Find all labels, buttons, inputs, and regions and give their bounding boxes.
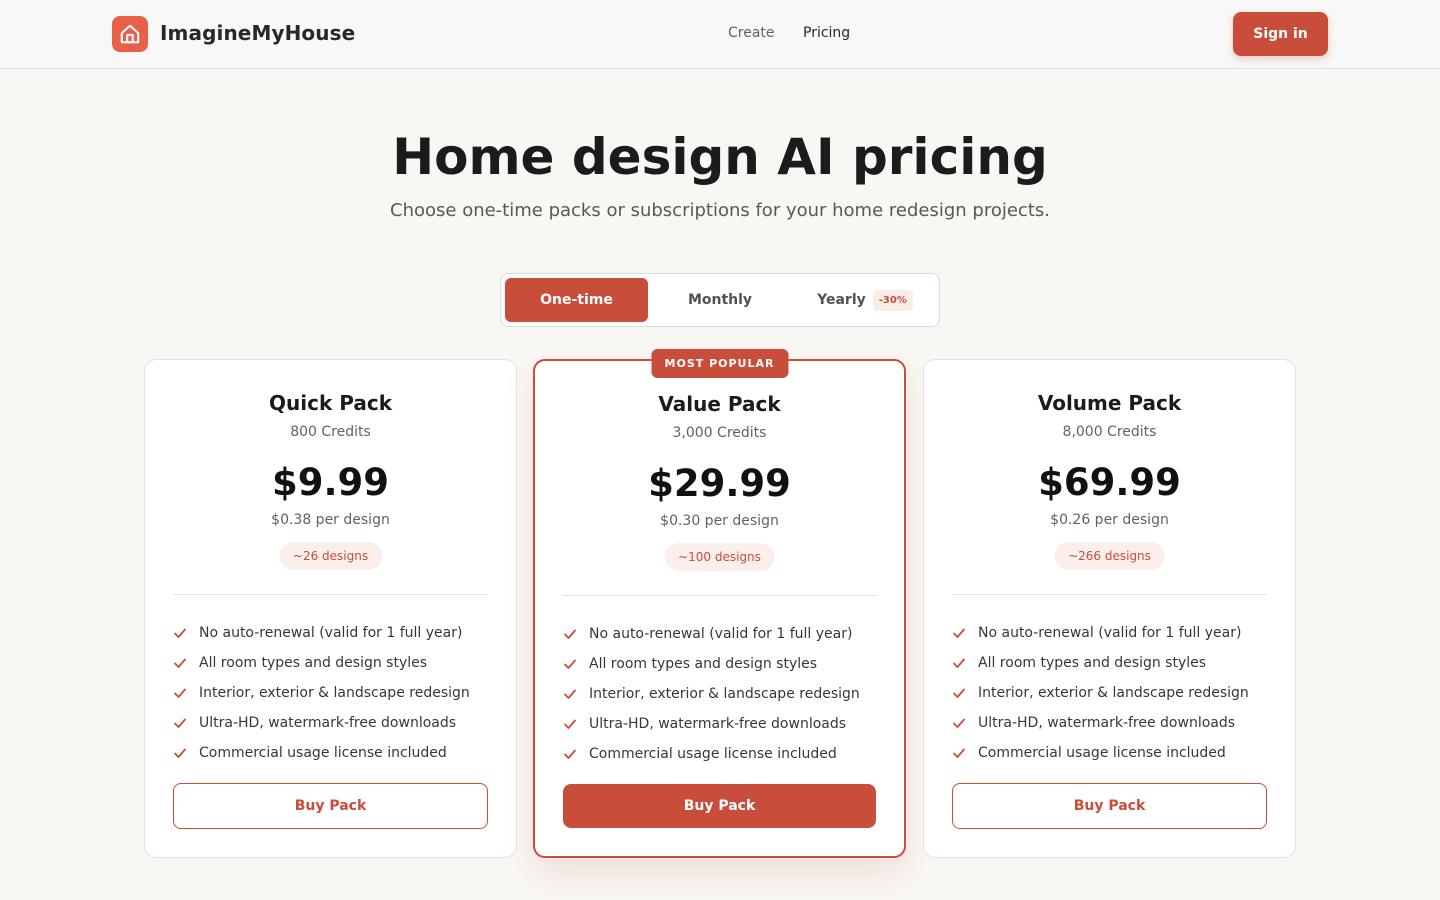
feature-item: Interior, exterior & landscape redesign — [563, 679, 884, 709]
check-icon — [564, 659, 576, 669]
plan-price: $29.99 — [648, 462, 791, 505]
toggle-yearly[interactable]: Yearly -30% — [793, 278, 937, 322]
feature-list: No auto-renewal (valid for 1 full year) … — [563, 619, 884, 769]
nav-link-create[interactable]: Create — [728, 25, 775, 41]
check-icon — [953, 748, 965, 758]
check-icon — [174, 718, 186, 728]
feature-text: Interior, exterior & landscape redesign — [589, 686, 860, 702]
top-nav-bar: ImagineMyHouse Create Pricing Sign in — [0, 0, 1440, 69]
feature-text: Interior, exterior & landscape redesign — [978, 685, 1249, 701]
check-icon — [953, 628, 965, 638]
check-icon — [564, 689, 576, 699]
feature-text: All room types and design styles — [589, 656, 818, 672]
feature-text: No auto-renewal (valid for 1 full year) — [978, 625, 1242, 641]
toggle-one-time[interactable]: One-time — [505, 278, 648, 322]
check-icon — [174, 658, 186, 668]
check-icon — [953, 688, 965, 698]
toggle-yearly-label: Yearly — [817, 292, 866, 308]
plan-designs-badge: ~26 designs — [278, 542, 383, 570]
plan-card-value-pack: MOST POPULAR Value Pack 3,000 Credits $2… — [533, 349, 906, 858]
feature-text: Ultra-HD, watermark-free downloads — [589, 716, 847, 732]
plan-name: Quick Pack — [269, 391, 392, 415]
plan-designs-badge: ~266 designs — [1054, 542, 1165, 570]
feature-list: No auto-renewal (valid for 1 full year) … — [173, 618, 496, 768]
most-popular-badge: MOST POPULAR — [651, 349, 788, 378]
check-icon — [953, 718, 965, 728]
check-icon — [564, 629, 576, 639]
feature-text: Commercial usage license included — [199, 745, 447, 761]
sign-in-button[interactable]: Sign in — [1233, 12, 1328, 56]
feature-item: Interior, exterior & landscape redesign — [952, 678, 1275, 708]
feature-item: All room types and design styles — [952, 648, 1275, 678]
feature-text: Commercial usage license included — [978, 745, 1226, 761]
check-icon — [174, 748, 186, 758]
plan-credits: 800 Credits — [290, 424, 371, 440]
feature-list: No auto-renewal (valid for 1 full year) … — [952, 618, 1275, 768]
buy-pack-button[interactable]: Buy Pack — [563, 784, 876, 828]
feature-item: Ultra-HD, watermark-free downloads — [563, 709, 884, 739]
feature-item: Commercial usage license included — [563, 739, 884, 769]
plan-card-quick-pack: Quick Pack 800 Credits $9.99 $0.38 per d… — [144, 359, 517, 858]
check-icon — [953, 658, 965, 668]
feature-text: Interior, exterior & landscape redesign — [199, 685, 470, 701]
billing-period-toggle: One-time Monthly Yearly -30% — [500, 273, 940, 327]
plan-price-per-design: $0.30 per design — [660, 513, 779, 529]
feature-item: Interior, exterior & landscape redesign — [173, 678, 496, 708]
nav-link-pricing[interactable]: Pricing — [803, 25, 850, 41]
yearly-discount-badge: -30% — [872, 289, 913, 311]
divider — [952, 594, 1267, 595]
feature-item: No auto-renewal (valid for 1 full year) — [952, 618, 1275, 648]
buy-pack-button[interactable]: Buy Pack — [173, 783, 488, 829]
plan-name: Value Pack — [658, 392, 781, 416]
check-icon — [174, 628, 186, 638]
feature-text: Commercial usage license included — [589, 746, 837, 762]
check-icon — [564, 749, 576, 759]
check-icon — [564, 719, 576, 729]
feature-text: Ultra-HD, watermark-free downloads — [978, 715, 1236, 731]
buy-pack-button[interactable]: Buy Pack — [952, 783, 1267, 829]
feature-item: Commercial usage license included — [173, 738, 496, 768]
plan-credits: 3,000 Credits — [672, 425, 767, 441]
plan-designs-badge: ~100 designs — [664, 543, 775, 571]
feature-text: Ultra-HD, watermark-free downloads — [199, 715, 457, 731]
feature-text: All room types and design styles — [199, 655, 428, 671]
feature-text: No auto-renewal (valid for 1 full year) — [199, 625, 463, 641]
brand-name[interactable]: ImagineMyHouse — [160, 21, 355, 45]
feature-item: Commercial usage license included — [952, 738, 1275, 768]
plan-price-per-design: $0.38 per design — [271, 512, 390, 528]
plan-price: $69.99 — [1038, 461, 1181, 504]
feature-item: All room types and design styles — [563, 649, 884, 679]
feature-item: Ultra-HD, watermark-free downloads — [952, 708, 1275, 738]
plan-credits: 8,000 Credits — [1062, 424, 1157, 440]
plan-price: $9.99 — [271, 461, 390, 504]
divider — [563, 595, 876, 596]
check-icon — [174, 688, 186, 698]
plan-price-per-design: $0.26 per design — [1050, 512, 1169, 528]
toggle-monthly[interactable]: Monthly — [649, 278, 791, 322]
plan-name: Volume Pack — [1037, 391, 1182, 415]
feature-item: Ultra-HD, watermark-free downloads — [173, 708, 496, 738]
house-logo-icon[interactable] — [112, 16, 148, 52]
feature-item: No auto-renewal (valid for 1 full year) — [173, 618, 496, 648]
divider — [173, 594, 488, 595]
feature-item: No auto-renewal (valid for 1 full year) — [563, 619, 884, 649]
feature-text: All room types and design styles — [978, 655, 1207, 671]
page-subtitle: Choose one-time packs or subscriptions f… — [390, 200, 1050, 221]
page-title: Home design AI pricing — [392, 128, 1048, 186]
feature-item: All room types and design styles — [173, 648, 496, 678]
feature-text: No auto-renewal (valid for 1 full year) — [589, 626, 853, 642]
plan-card-volume-pack: Volume Pack 8,000 Credits $69.99 $0.26 p… — [923, 359, 1296, 858]
